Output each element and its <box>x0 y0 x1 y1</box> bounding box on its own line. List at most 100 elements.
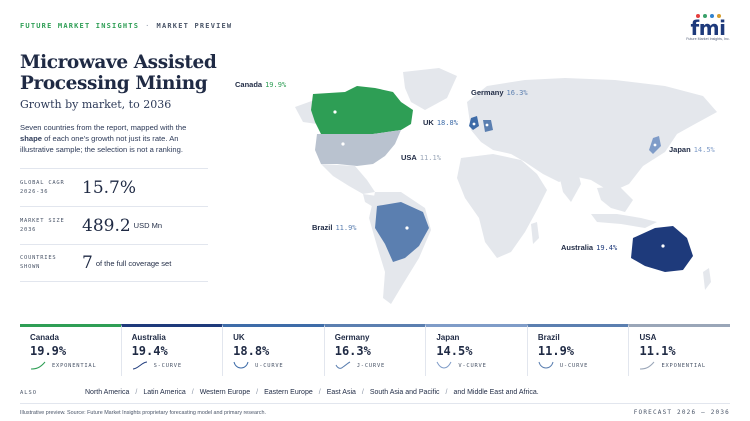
stat-global-cagr: GLOBAL CAGR 2026-36 15.7% <box>20 168 208 206</box>
header-section: MARKET PREVIEW <box>156 22 233 30</box>
land-greenland <box>403 68 457 110</box>
map-label-australia: Australia 19.4% <box>561 243 617 252</box>
u-curve-icon <box>538 361 554 369</box>
card-shape: S-CURVE <box>132 361 182 370</box>
card-shape-label: U-CURVE <box>559 362 589 369</box>
s-curve-icon <box>132 361 147 370</box>
card-shape-label: J-CURVE <box>356 362 386 369</box>
region-link[interactable]: Eastern Europe <box>250 389 313 396</box>
card-shape-label: EXPONENTIAL <box>661 362 706 369</box>
card-country-name: Germany <box>334 333 370 342</box>
footer-forecast-range: FORECAST 2026 – 2036 <box>633 409 730 416</box>
map-label-value: 11.9% <box>335 224 357 232</box>
country-canada[interactable] <box>311 86 413 134</box>
map-label-brazil: Brazil 11.9% <box>312 223 357 232</box>
exponential-curve-icon <box>30 361 46 370</box>
card-australia[interactable]: Australia 19.4% S-CURVE <box>120 324 223 376</box>
fmi-logo[interactable]: fmi Future Market Insights, Inc. <box>686 14 730 41</box>
map-label-value: 19.9% <box>265 81 287 89</box>
land-indonesia <box>591 214 657 228</box>
map-label-value: 19.4% <box>596 244 618 252</box>
world-map-svg <box>295 68 717 304</box>
marker-uk <box>472 122 476 126</box>
marker-usa <box>341 142 345 146</box>
region-link[interactable]: Latin America <box>129 389 185 396</box>
land-madagascar <box>531 222 539 244</box>
land-new-zealand <box>703 268 711 290</box>
map-label-canada: Canada 19.9% <box>235 80 286 89</box>
stat-market-size: MARKET SIZE 2036 489.2 USD Mn <box>20 206 208 244</box>
logo-wordmark: fmi <box>690 16 726 40</box>
map-label-name: Australia <box>561 243 594 252</box>
country-australia[interactable] <box>631 226 693 272</box>
marker-germany <box>485 123 489 127</box>
marker-canada <box>333 110 337 114</box>
card-country-name: Australia <box>131 333 166 342</box>
intro-part-2: of each one's growth not just its rate. … <box>20 134 183 154</box>
region-link[interactable]: and Middle East and Africa. <box>440 389 538 396</box>
marker-brazil <box>405 226 409 230</box>
header-brand[interactable]: FUTURE MARKET INSIGHTS <box>20 22 139 30</box>
also-regions: ALSO North America Latin America Western… <box>20 389 730 396</box>
j-curve-icon <box>335 361 350 369</box>
card-canada[interactable]: Canada 19.9% EXPONENTIAL <box>20 324 121 376</box>
world-map: Canada 19.9% Germany 16.3% UK 18.8% USA 11.1… <box>225 62 730 312</box>
map-label-value: 11.1% <box>419 154 441 162</box>
map-label-japan: Japan 14.5% <box>669 145 715 154</box>
region-link[interactable]: Western Europe <box>186 389 250 396</box>
card-growth-rate: 18.8% <box>233 344 270 358</box>
footer-source-note: Illustrative preview. Source: Future Mar… <box>20 410 266 416</box>
card-shape: U-CURVE <box>233 361 283 370</box>
card-japan[interactable]: Japan 14.5% V-CURVE <box>425 324 527 376</box>
card-growth-rate: 16.3% <box>334 344 371 358</box>
header-bar: FUTURE MARKET INSIGHTS · MARKET PREVIEW <box>20 22 232 30</box>
card-uk[interactable]: UK 18.8% U-CURVE <box>222 324 324 376</box>
stat-label-line: 2026-36 <box>20 188 49 195</box>
stat-unit-size: USD Mn <box>133 221 163 230</box>
land-india <box>557 166 581 202</box>
intro-text: Seven countries from the report, mapped … <box>20 122 210 155</box>
stat-label-line: GLOBAL CAGR <box>20 179 65 186</box>
card-shape-label: U-CURVE <box>255 362 284 369</box>
stat-label-line: SHOWN <box>20 264 41 270</box>
card-growth-rate: 19.9% <box>30 344 67 358</box>
stat-value-size: 489.2 <box>82 215 131 236</box>
map-label-name: Japan <box>669 145 691 154</box>
country-usa[interactable] <box>315 130 401 166</box>
map-label-name: Germany <box>471 88 504 97</box>
map-label-germany: Germany 16.3% <box>471 88 528 97</box>
intro-bold: shape <box>20 134 42 143</box>
stat-value-cagr: 15.7% <box>82 177 137 198</box>
land-southeast-asia <box>597 186 633 212</box>
logo-tagline: Future Market Insights, Inc. <box>686 37 730 41</box>
page-subtitle: Growth by market, to 2036 <box>20 98 172 111</box>
footer-divider <box>20 403 730 404</box>
region-link[interactable]: East Asia <box>313 389 356 396</box>
card-shape: U-CURVE <box>538 361 588 370</box>
card-germany[interactable]: Germany 16.3% J-CURVE <box>323 324 426 376</box>
region-link[interactable]: North America <box>85 389 129 396</box>
country-cards: Canada 19.9% EXPONENTIAL Australia 19.4%… <box>20 324 731 376</box>
card-growth-rate: 14.5% <box>436 344 473 358</box>
card-shape-label: V-CURVE <box>458 362 487 369</box>
map-label-name: Brazil <box>312 223 333 232</box>
card-growth-rate: 11.9% <box>537 344 575 358</box>
page-title: Microwave Assisted Processing Mining <box>20 52 217 94</box>
stat-label: GLOBAL CAGR 2026-36 <box>20 179 82 197</box>
stat-value-countries: 7 <box>82 253 93 273</box>
marker-australia <box>661 244 665 248</box>
intro-part-1: Seven countries from the report, mapped … <box>20 123 187 132</box>
card-growth-rate: 19.4% <box>131 344 168 358</box>
map-label-value: 16.3% <box>506 89 528 97</box>
map-label-name: Canada <box>235 80 263 89</box>
header-separator: · <box>145 22 151 30</box>
card-country-name: Canada <box>30 333 59 342</box>
card-shape: J-CURVE <box>335 361 385 370</box>
stat-label: MARKET SIZE 2036 <box>20 217 82 235</box>
v-curve-icon <box>436 361 452 369</box>
stat-label: COUNTRIES SHOWN <box>20 254 82 272</box>
stat-unit-countries: of the full coverage set <box>95 258 172 268</box>
card-usa[interactable]: USA 11.1% EXPONENTIAL <box>628 324 731 376</box>
card-brazil[interactable]: Brazil 11.9% U-CURVE <box>526 324 629 376</box>
region-link[interactable]: South Asia and Pacific <box>356 389 440 396</box>
